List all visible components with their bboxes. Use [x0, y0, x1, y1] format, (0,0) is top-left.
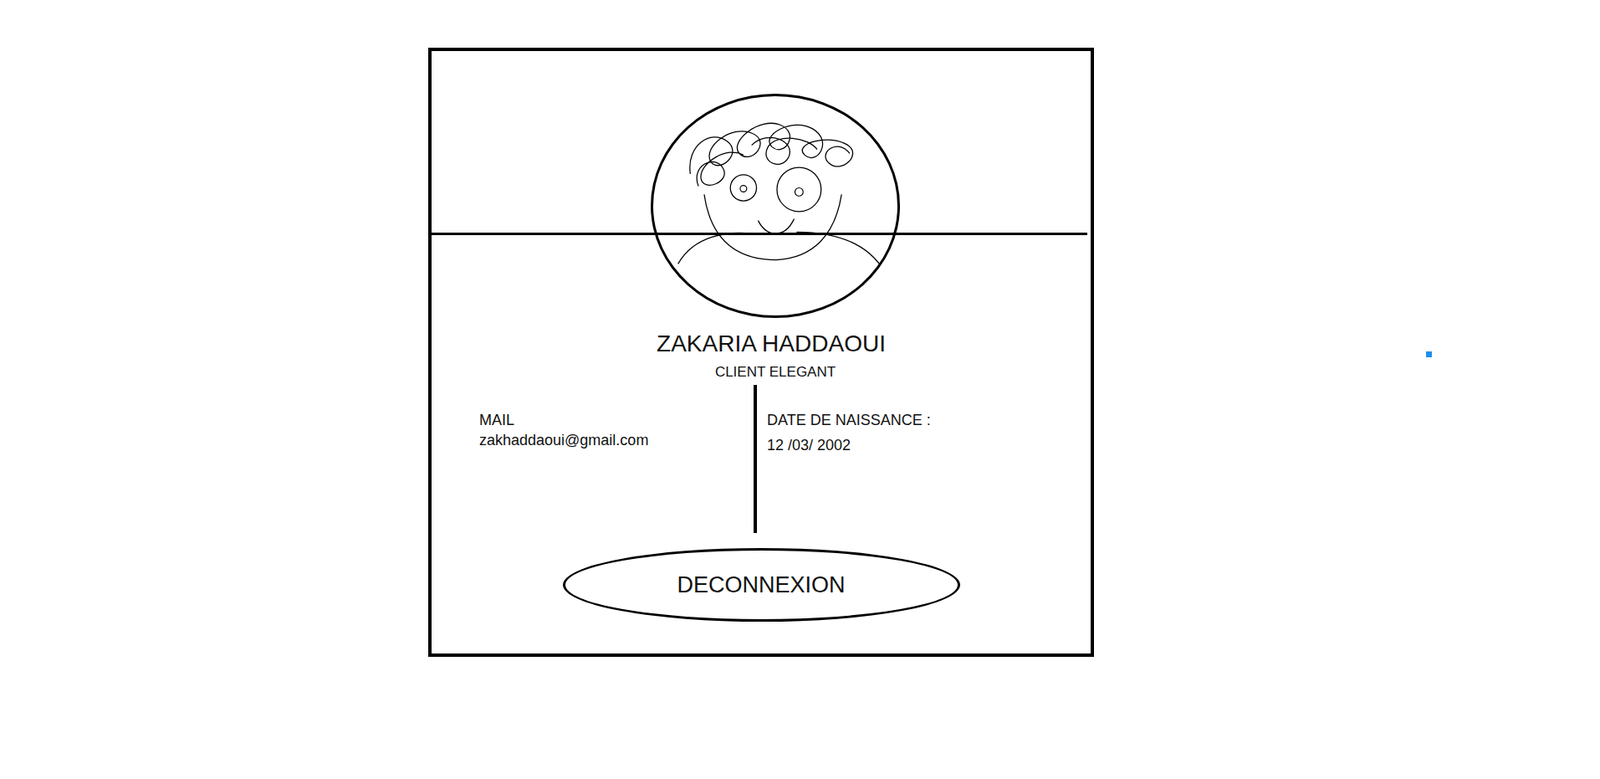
mail-field: MAILzakhaddaoui@gmail.com — [431, 384, 754, 533]
header-divider — [431, 232, 1088, 236]
column-divider — [753, 384, 757, 533]
user-role: CLIENT ELEGANT — [715, 362, 836, 382]
page: ZAKARIA HADDAOUICLIENT ELEGANTMAILzakhad… — [0, 0, 1600, 779]
user-name: ZAKARIA HADDAOUI — [656, 329, 886, 358]
info-row: MAILzakhaddaoui@gmail.comDATE DE NAISSAN… — [431, 384, 1091, 533]
field-label: DATE DE NAISSANCE : — [766, 409, 1091, 430]
field-value: zakhaddaoui@gmail.com — [479, 429, 754, 450]
face-icon — [653, 96, 898, 316]
profile-card: ZAKARIA HADDAOUICLIENT ELEGANTMAILzakhad… — [428, 47, 1094, 657]
birthdate-field: DATE DE NAISSANCE : 12 /03/ 2002 — [756, 384, 1091, 533]
cursor-dot — [1426, 351, 1432, 358]
avatar — [650, 93, 900, 318]
field-label: MAIL — [479, 409, 754, 430]
button-row: DECONNEXION — [431, 547, 1091, 622]
field-value: 12 /03/ 2002 — [766, 434, 1091, 455]
logout-button[interactable]: DECONNEXION — [562, 547, 961, 622]
